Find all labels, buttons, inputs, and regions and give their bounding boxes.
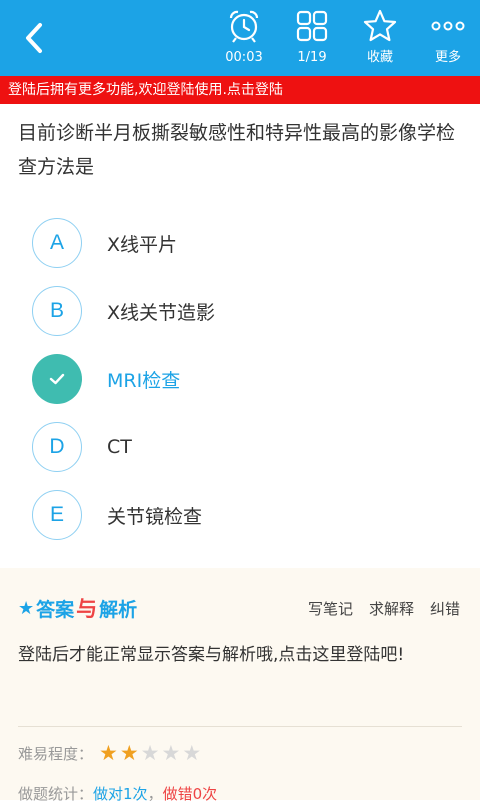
star-icon: ★ (18, 597, 35, 619)
stats-separator: ， (147, 784, 163, 803)
option-e[interactable]: E 关节镜检查 (32, 488, 452, 542)
more-dots-icon (431, 21, 465, 31)
option-text-e: 关节镜检查 (107, 505, 203, 528)
timer-button[interactable]: 00:03 (208, 0, 280, 76)
report-error-link[interactable]: 纠错 (430, 598, 460, 619)
timer-label: 00:03 (225, 50, 263, 65)
option-a[interactable]: A X线平片 (32, 216, 452, 270)
option-text-c: MRI检查 (107, 369, 181, 392)
back-arrow-icon (26, 23, 42, 53)
write-note-link[interactable]: 写笔记 (308, 598, 353, 619)
star-empty-icon: ★ (161, 740, 181, 765)
difficulty-stars: ★ ★ ★ ★ ★ (99, 740, 202, 765)
analysis-title: ★ 答案 与 解析 (18, 596, 138, 621)
question-grid-button[interactable]: 1/19 (276, 0, 348, 76)
option-d[interactable]: D CT (32, 420, 452, 474)
option-letter-e: E (32, 490, 82, 540)
more-button[interactable]: 更多 (412, 0, 480, 76)
checkmark-icon (49, 373, 65, 385)
stats-label: 做题统计： (18, 784, 94, 803)
analysis-actions: 写笔记 求解释 纠错 (308, 596, 460, 620)
difficulty-label: 难易程度： (18, 744, 94, 763)
option-c[interactable]: MRI检查 (32, 352, 452, 406)
alarm-clock-icon (229, 10, 259, 43)
star-filled-icon: ★ (99, 740, 118, 765)
star-empty-icon: ★ (182, 740, 202, 765)
option-b[interactable]: B X线关节造影 (32, 284, 452, 338)
login-banner[interactable]: 登陆后拥有更多功能,欢迎登陆使用.点击登陆 (0, 76, 480, 104)
grid-icon (296, 10, 328, 42)
request-explanation-link[interactable]: 求解释 (369, 598, 414, 619)
stats-row: 做题统计： 做对1次 ， 做错0次 (18, 780, 217, 806)
option-text-d: CT (107, 436, 132, 458)
top-toolbar: 00:03 1/19 收藏 更多 (0, 0, 480, 76)
stats-correct: 做对1次 (93, 784, 148, 803)
favorite-button[interactable]: 收藏 (344, 0, 416, 76)
option-letter-b: B (32, 286, 82, 336)
option-letter-d: D (32, 422, 82, 472)
analysis-title-and: 与 (76, 597, 98, 621)
favorite-label: 收藏 (366, 50, 393, 65)
difficulty-row: 难易程度： ★ ★ ★ ★ ★ (18, 740, 201, 766)
progress-label: 1/19 (297, 50, 327, 65)
option-text-b: X线关节造影 (107, 301, 216, 324)
option-text-a: X线平片 (107, 233, 178, 256)
back-button[interactable] (14, 18, 54, 58)
login-notice[interactable]: 登陆后才能正常显示答案与解析哦,点击这里登陆吧! (18, 638, 462, 673)
option-letter-a: A (32, 218, 82, 268)
star-outline-icon (363, 9, 397, 42)
star-empty-icon: ★ (140, 740, 160, 765)
stats-wrong: 做错0次 (162, 784, 218, 803)
analysis-title-explanation: 解析 (99, 598, 138, 621)
star-filled-icon: ★ (119, 740, 139, 765)
option-selected-marker (32, 354, 82, 404)
analysis-title-answer: 答案 (36, 598, 75, 621)
divider (18, 726, 462, 727)
more-label: 更多 (434, 50, 461, 65)
question-text: 目前诊断半月板撕裂敏感性和特异性最高的影像学检查方法是 (18, 122, 456, 178)
